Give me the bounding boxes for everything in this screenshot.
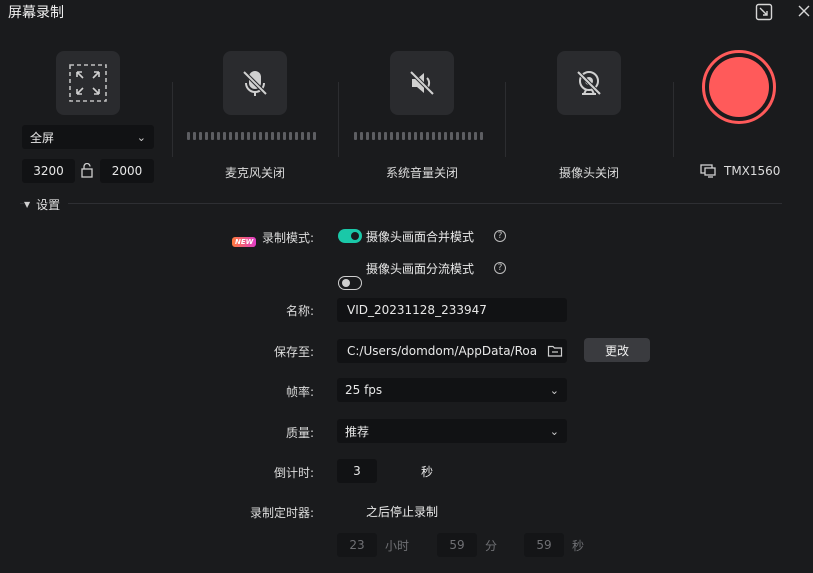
system-audio-toggle[interactable] [390, 51, 454, 115]
capture-mode-select[interactable]: 全屏 ⌄ [22, 125, 154, 149]
monitor-icon[interactable] [700, 163, 716, 179]
speaker-off-icon [409, 70, 435, 96]
camera-toggle[interactable] [557, 51, 621, 115]
record-icon [709, 57, 769, 117]
name-label: 名称: [285, 304, 314, 318]
minutes-unit: 分 [485, 539, 498, 553]
split-mode-toggle[interactable] [338, 276, 362, 290]
system-audio-label: 系统音量关闭 [385, 166, 458, 180]
quality-value: 推荐 [345, 424, 370, 439]
merge-mode-toggle[interactable] [338, 229, 362, 243]
frame-rate-label: 帧率: [285, 385, 314, 399]
chevron-down-icon: ⌄ [549, 424, 559, 438]
caret-down-icon: ▼ [24, 200, 31, 209]
mic-level-meter [187, 132, 316, 140]
quality-select[interactable]: 推荐 ⌄ [337, 419, 567, 443]
seconds-unit: 秒 [572, 539, 585, 553]
countdown-input[interactable]: 3 [337, 459, 377, 483]
merge-mode-label: 摄像头画面合并模式 [366, 230, 475, 244]
height-input[interactable]: 2000 [100, 159, 154, 183]
capture-mode-value: 全屏 [30, 130, 55, 145]
window-title: 屏幕录制 [8, 5, 64, 21]
system-audio-level-meter [354, 132, 483, 140]
frame-rate-select[interactable]: 25 fps ⌄ [337, 378, 567, 402]
timer-toggle-label: 之后停止录制 [366, 505, 439, 519]
mic-off-icon [242, 70, 268, 96]
settings-label: 设置 [36, 198, 61, 212]
lock-aspect-icon[interactable] [80, 162, 94, 179]
divider [673, 82, 674, 157]
timer-minutes-input[interactable]: 59 [437, 533, 477, 557]
help-icon[interactable]: ? [494, 262, 506, 274]
display-label[interactable]: TMX1560 [724, 164, 780, 178]
quality-label: 质量: [285, 426, 314, 440]
name-input[interactable]: VID_20231128_233947 [337, 298, 567, 322]
countdown-unit: 秒 [421, 465, 434, 479]
hours-unit: 小时 [385, 539, 410, 553]
save-to-label: 保存至: [273, 345, 314, 359]
folder-icon[interactable] [547, 343, 563, 359]
save-path-input[interactable]: C:/Users/domdom/AppData/Roa [337, 339, 567, 363]
timer-hours-input[interactable]: 23 [337, 533, 377, 557]
change-path-button[interactable]: 更改 [584, 338, 650, 362]
divider [172, 82, 173, 157]
divider [338, 82, 339, 157]
picture-in-picture-icon[interactable] [753, 1, 775, 23]
timer-label: 录制定时器: [249, 506, 314, 520]
chevron-down-icon: ⌄ [549, 383, 559, 397]
help-icon[interactable]: ? [494, 230, 506, 242]
capture-area-tile[interactable] [56, 51, 120, 115]
timer-seconds-input[interactable]: 59 [524, 533, 564, 557]
divider [505, 82, 506, 157]
microphone-label: 麦克风关闭 [224, 166, 285, 180]
microphone-toggle[interactable] [223, 51, 287, 115]
settings-divider [20, 203, 782, 204]
settings-section-toggle[interactable]: ▼ 设置 [24, 196, 69, 213]
close-icon[interactable] [793, 0, 813, 22]
countdown-label: 倒计时: [273, 466, 314, 480]
camera-off-icon [576, 70, 602, 96]
frame-rate-value: 25 fps [345, 383, 383, 397]
chevron-down-icon: ⌄ [136, 130, 146, 144]
record-mode-label: 录制模式: [261, 231, 314, 245]
fullscreen-icon [69, 64, 107, 102]
width-input[interactable]: 3200 [22, 159, 75, 183]
split-mode-label: 摄像头画面分流模式 [366, 262, 475, 276]
camera-label: 摄像头关闭 [558, 166, 619, 180]
record-button[interactable] [702, 50, 776, 124]
